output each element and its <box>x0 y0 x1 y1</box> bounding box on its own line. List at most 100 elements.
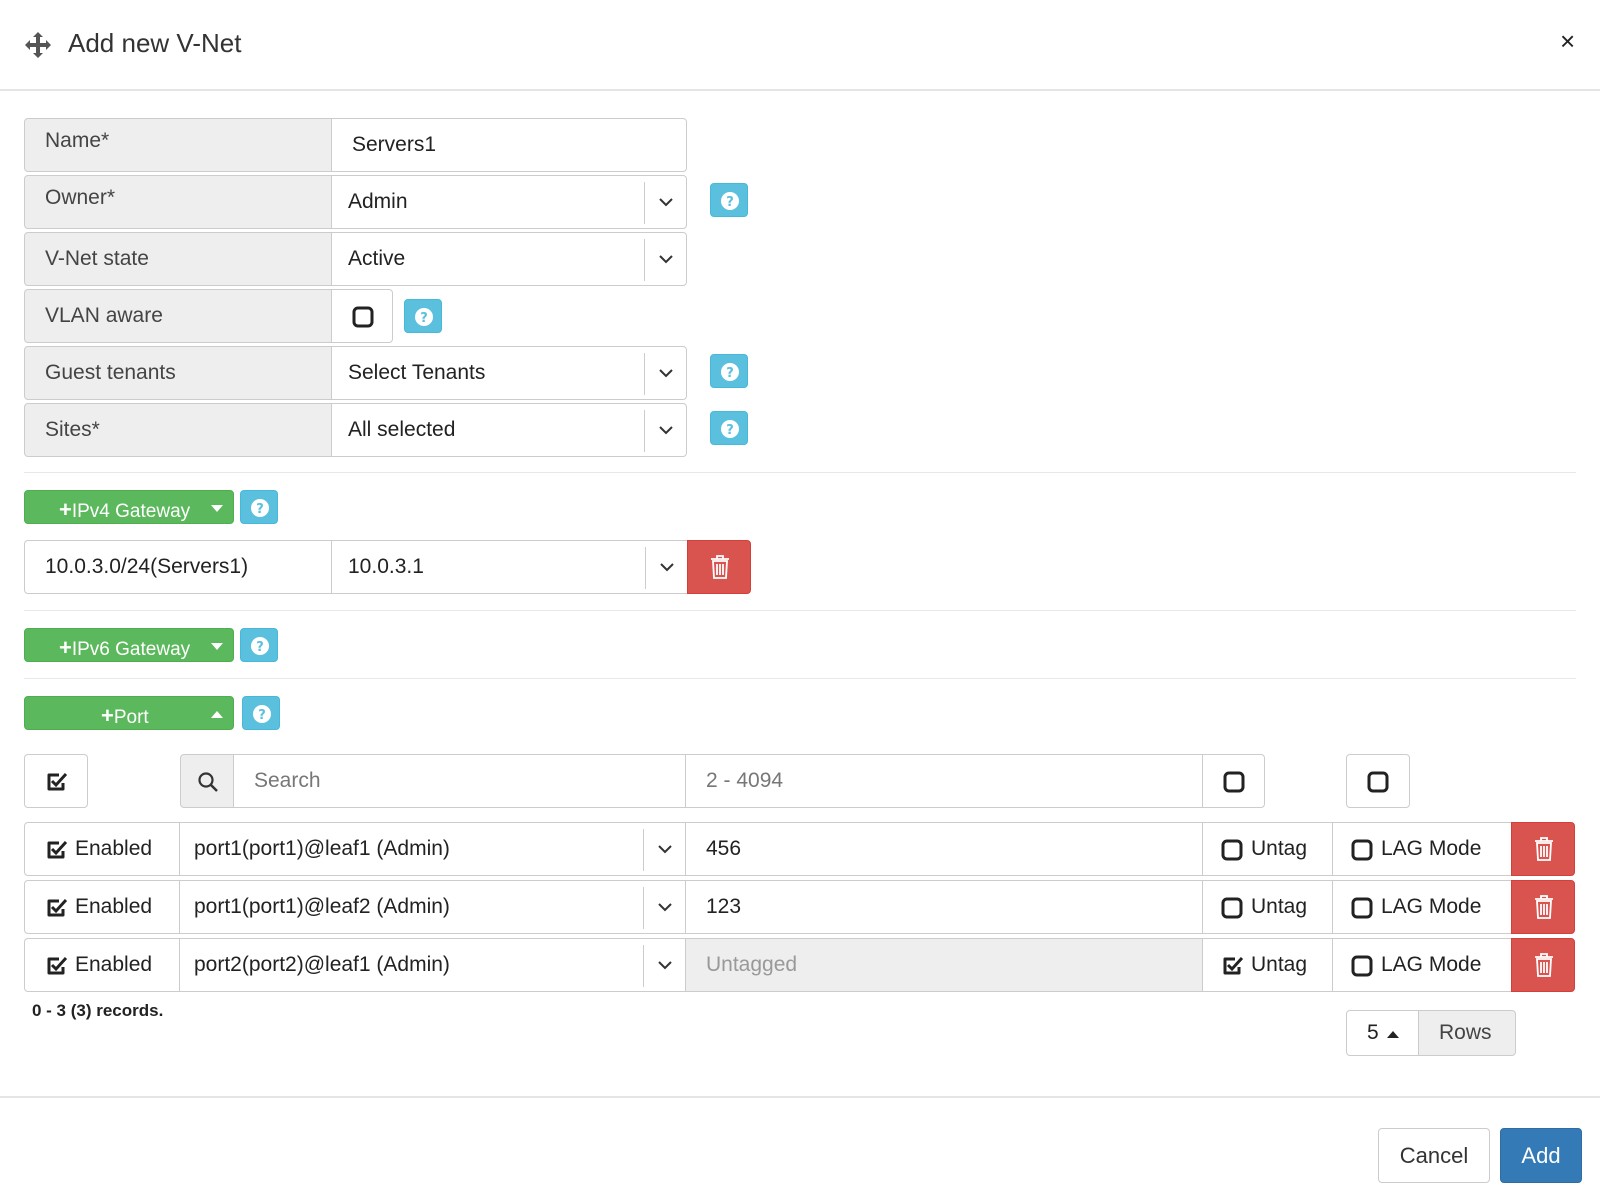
help-icon: ? <box>721 363 739 381</box>
help-icon: ? <box>253 705 271 723</box>
guest-tenants-label: Guest tenants <box>24 346 332 400</box>
chevron-down-icon[interactable] <box>643 945 685 987</box>
lag-mode-label: LAG Mode <box>1381 895 1482 918</box>
name-value: Servers1 <box>352 133 437 156</box>
help-icon: ? <box>251 637 269 655</box>
checkbox-checked-icon <box>47 840 68 859</box>
lag-mode-checkbox[interactable]: LAG Mode <box>1332 938 1512 992</box>
untag-label: Untag <box>1251 953 1308 976</box>
sites-row: Sites* All selected ? <box>24 403 748 457</box>
vnet-state-row: V-Net state Active <box>24 232 687 286</box>
port-select[interactable]: port1(port1)@leaf2 (Admin) <box>179 880 686 934</box>
enabled-toggle[interactable]: Enabled <box>24 822 180 876</box>
sites-label: Sites* <box>24 403 332 457</box>
dialog-title: Add new V-Net <box>68 28 242 58</box>
svg-text:?: ? <box>420 311 428 326</box>
select-all-checkbox[interactable] <box>24 754 88 808</box>
svg-text:?: ? <box>256 502 264 517</box>
vlan-input[interactable]: 456 <box>685 822 1203 876</box>
delete-port-button[interactable] <box>1511 880 1575 934</box>
delete-port-button[interactable] <box>1511 822 1575 876</box>
owner-select[interactable]: Admin <box>331 175 687 229</box>
ipv4-gateway-select[interactable]: 10.0.3.1 <box>331 540 688 594</box>
vlan-range-placeholder: 2 - 4094 <box>706 769 784 792</box>
owner-help-button[interactable]: ? <box>710 183 748 217</box>
svg-text:?: ? <box>258 708 266 723</box>
name-input[interactable]: Servers1 <box>331 118 687 172</box>
checkbox-checked-icon <box>47 772 68 791</box>
lag-mode-checkbox[interactable]: LAG Mode <box>1332 880 1512 934</box>
chevron-down-icon[interactable] <box>644 182 686 224</box>
trash-icon <box>1535 953 1553 977</box>
vlan-placeholder: Untagged <box>706 953 798 976</box>
untag-checkbox[interactable]: Untag <box>1202 938 1333 992</box>
delete-port-button[interactable] <box>1511 938 1575 992</box>
enabled-toggle[interactable]: Enabled <box>24 938 180 992</box>
ipv6-help-button[interactable]: ? <box>240 628 278 662</box>
trash-icon <box>1535 837 1553 861</box>
add-ipv4-gateway-button[interactable]: +IPv4 Gateway <box>24 490 234 524</box>
help-icon: ? <box>415 308 433 326</box>
vlan-range-input[interactable]: 2 - 4094 <box>685 754 1203 808</box>
ipv4-gateway-row: 10.0.3.0/24(Servers1) 10.0.3.1 <box>24 540 770 594</box>
cancel-button[interactable]: Cancel <box>1378 1128 1490 1183</box>
add-button[interactable]: Add <box>1500 1128 1582 1183</box>
guest-tenants-help-button[interactable]: ? <box>710 354 748 388</box>
ipv4-help-button[interactable]: ? <box>240 490 278 524</box>
checkbox-unchecked-icon <box>352 306 374 328</box>
chevron-down-icon[interactable] <box>644 239 686 281</box>
svg-text:?: ? <box>256 640 264 655</box>
chevron-down-icon[interactable] <box>643 887 685 929</box>
port-value: port1(port1)@leaf2 (Admin) <box>194 895 450 918</box>
ipv4-gateway-label: IPv4 Gateway <box>71 501 191 522</box>
enabled-label: Enabled <box>75 837 153 860</box>
vlan-aware-help-button[interactable]: ? <box>404 299 442 333</box>
enabled-toggle[interactable]: Enabled <box>24 880 180 934</box>
vnet-state-select[interactable]: Active <box>331 232 687 286</box>
cancel-label: Cancel <box>1399 1143 1469 1168</box>
page-size-select[interactable]: 5 <box>1346 1010 1419 1056</box>
lag-mode-checkbox[interactable]: LAG Mode <box>1332 822 1512 876</box>
guest-tenants-row: Guest tenants Select Tenants ? <box>24 346 748 400</box>
port-value: port2(port2)@leaf1 (Admin) <box>194 953 450 976</box>
vlan-input-disabled: Untagged <box>685 938 1203 992</box>
help-icon: ? <box>721 192 739 210</box>
untag-all-checkbox[interactable] <box>1202 754 1265 808</box>
add-ipv6-gateway-button[interactable]: +IPv6 Gateway <box>24 628 234 662</box>
vlan-aware-checkbox[interactable] <box>331 289 393 343</box>
sites-select[interactable]: All selected <box>331 403 687 457</box>
untag-checkbox[interactable]: Untag <box>1202 880 1333 934</box>
port-label: Port <box>113 707 149 728</box>
port-select[interactable]: port2(port2)@leaf1 (Admin) <box>179 938 686 992</box>
lag-all-checkbox[interactable] <box>1346 754 1410 808</box>
chevron-down-icon[interactable] <box>644 353 686 395</box>
divider <box>24 472 1576 473</box>
trash-icon <box>711 555 729 579</box>
close-icon[interactable]: × <box>1560 28 1575 54</box>
checkbox-unchecked-icon <box>1351 897 1373 919</box>
vlan-value: 123 <box>706 895 742 918</box>
chevron-down-icon[interactable] <box>644 410 686 452</box>
move-arrows-icon[interactable] <box>24 31 52 59</box>
vlan-input[interactable]: 123 <box>685 880 1203 934</box>
sites-help-button[interactable]: ? <box>710 411 748 445</box>
port-help-button[interactable]: ? <box>242 696 280 730</box>
svg-text:?: ? <box>726 195 734 210</box>
checkbox-unchecked-icon <box>1221 897 1243 919</box>
enabled-label: Enabled <box>75 895 153 918</box>
checkbox-checked-icon <box>47 956 68 975</box>
ipv6-gateway-label: IPv6 Gateway <box>71 639 191 660</box>
ipv4-subnet-field[interactable]: 10.0.3.0/24(Servers1) <box>24 540 332 594</box>
chevron-down-icon[interactable] <box>645 547 687 589</box>
chevron-down-icon[interactable] <box>643 829 685 871</box>
guest-tenants-select[interactable]: Select Tenants <box>331 346 687 400</box>
untag-checkbox[interactable]: Untag <box>1202 822 1333 876</box>
checkbox-unchecked-icon <box>1351 955 1373 977</box>
port-value: port1(port1)@leaf1 (Admin) <box>194 837 450 860</box>
add-port-button[interactable]: +Port <box>24 696 234 730</box>
plus-icon: + <box>59 497 72 522</box>
delete-ipv4-gateway-button[interactable] <box>687 540 751 594</box>
port-search-input[interactable]: Search <box>233 754 686 808</box>
sites-value: All selected <box>348 418 456 441</box>
port-select[interactable]: port1(port1)@leaf1 (Admin) <box>179 822 686 876</box>
